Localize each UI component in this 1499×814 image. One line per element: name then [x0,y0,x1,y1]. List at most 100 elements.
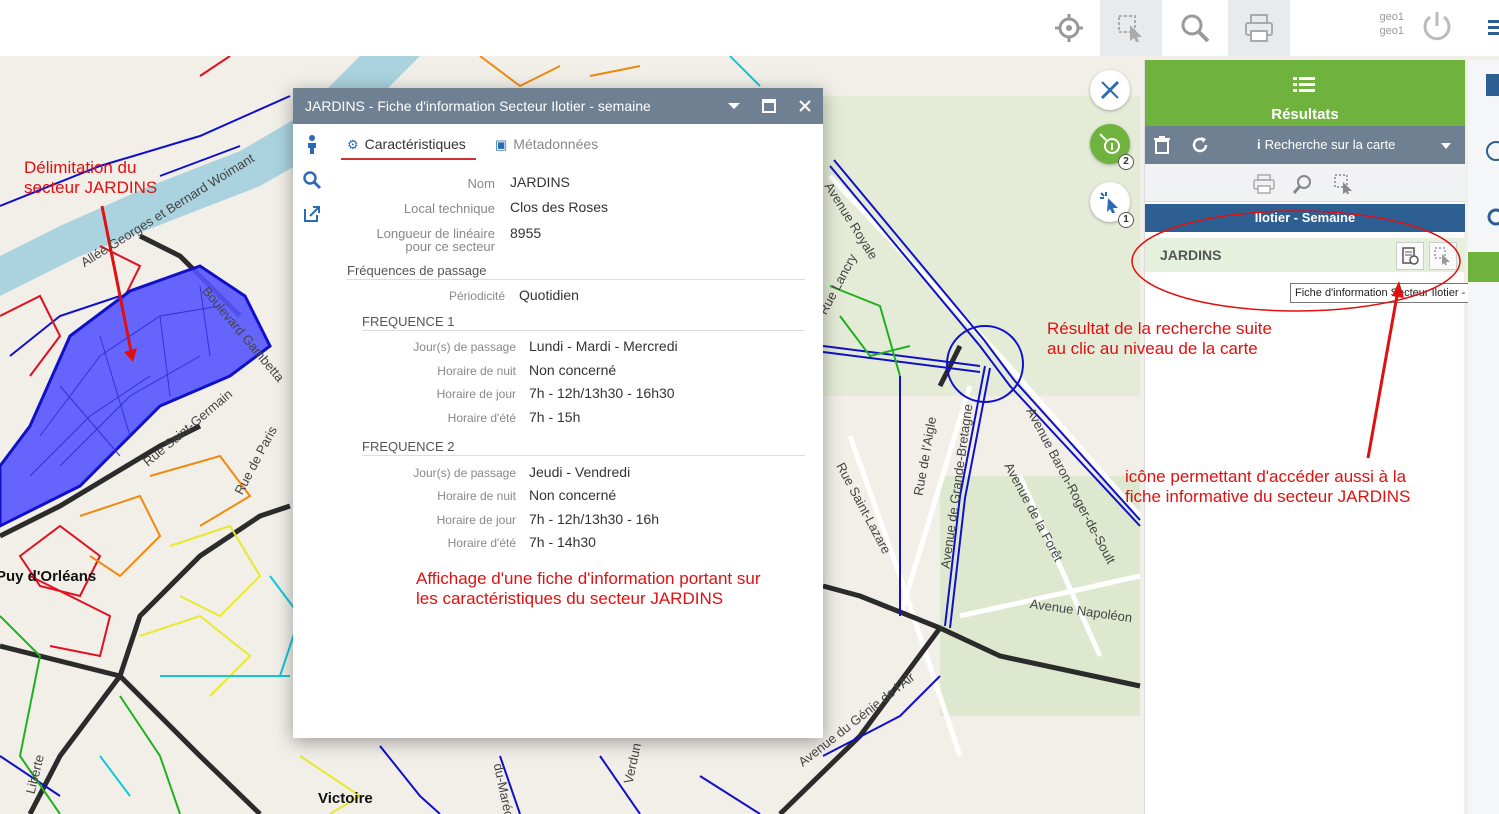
cursor-click-icon [1100,192,1118,213]
user-name: geo1 [1379,11,1404,23]
caret-down-icon[interactable] [1441,142,1451,150]
chevron-down-icon[interactable] [725,97,743,115]
info-click-icon [1099,133,1120,154]
section-frequence-2: FREQUENCE 2 [362,439,455,454]
user-group: geo1 [1379,25,1404,37]
dialog-header: JARDINS - Fiche d'information Secteur Il… [293,88,823,124]
zoom-to-feature-button[interactable] [1429,242,1457,270]
measure-tool-button[interactable] [1090,70,1130,110]
search-button[interactable] [1164,0,1226,56]
annotation-affichage-line1: Affichage d'une fiche d'information port… [416,569,761,588]
tab-caracteristiques-label: Caractéristiques [364,136,466,152]
edge-active-tab[interactable] [1468,252,1499,282]
f2-value-jours: Jeudi - Vendredi [529,464,631,480]
annotation-resultat-line2: au clic au niveau de la carte [1047,339,1258,358]
search-mode-select[interactable]: i Recherche sur la carte [1257,137,1395,152]
select-results-icon[interactable] [1333,173,1355,195]
f2-value-jour: 7h - 12h/13h30 - 16h [529,511,659,527]
result-item-name: JARDINS [1160,247,1222,263]
field-label-periodicite: Périodicité [448,289,505,303]
measure-icon [1100,80,1120,100]
list-icon [1293,77,1315,92]
print-button[interactable] [1228,0,1290,56]
search-mode-label: Recherche sur la carte [1264,137,1396,152]
info-sheet-button[interactable] [1396,242,1424,270]
f1-label-nuit: Horaire de nuit [437,364,516,378]
field-value-periodicite: Quotidien [519,287,579,303]
field-value-nom: JARDINS [510,174,570,190]
field-value-local: Clos des Roses [510,199,609,215]
results-actions [1145,164,1465,202]
info-dialog: JARDINS - Fiche d'information Secteur Il… [293,88,823,738]
results-toolbar: i Recherche sur la carte [1145,126,1465,164]
layer-title-bar[interactable]: Ilotier - Semaine [1145,204,1465,232]
f1-value-ete: 7h - 15h [529,409,581,425]
info-click-tool-button[interactable]: 2 [1090,124,1134,170]
info-icon: i [1257,137,1261,152]
annotation-delimitation-line1: Délimitation du [24,158,137,177]
results-title: Résultats [1271,106,1339,123]
print-results-icon[interactable] [1253,174,1275,194]
select-tool-icon [1118,15,1142,42]
section-frequences: Fréquences de passage [347,263,487,278]
annotation-delimitation: Délimitation du secteur JARDINS [24,158,157,198]
annotation-resultat-line1: Résultat de la recherche suite [1047,319,1272,338]
select-click-tool-button[interactable]: 1 [1090,182,1134,228]
f2-value-ete: 7h - 14h30 [529,534,596,550]
tab-metadonnees-label: Métadonnées [513,136,599,152]
f1-label-ete: Horaire d'été [447,411,516,425]
tab-caracteristiques[interactable]: ⚙ Caractéristiques [341,132,476,160]
external-link-icon[interactable] [302,204,322,224]
top-toolbar: geo1 geo1 [0,0,1499,56]
annotation-delimitation-line2: secteur JARDINS [24,178,158,197]
place-label-puy: Puy d'Orléans [0,568,97,585]
refresh-icon[interactable] [1191,136,1209,154]
f1-label-jour: Horaire de jour [436,387,516,401]
person-icon[interactable] [302,134,322,154]
globe-icon[interactable] [1484,140,1499,162]
field-label-longueur: Longueur de linéaire pour ce secteur [376,226,495,254]
dialog-title: JARDINS - Fiche d'information Secteur Il… [305,98,651,114]
f2-label-nuit: Horaire de nuit [437,489,516,503]
f2-value-nuit: Non concerné [529,487,617,503]
print-icon [1245,14,1273,42]
f1-value-jour: 7h - 12h/13h30 - 16h30 [529,385,675,401]
f1-value-jours: Lundi - Mardi - Mercredi [529,338,678,354]
f2-label-ete: Horaire d'été [447,536,516,550]
settings-button[interactable] [1038,0,1100,56]
select-tool-badge: 1 [1118,212,1134,228]
section-frequence-1: FREQUENCE 1 [362,314,455,329]
close-icon[interactable] [796,97,814,115]
f1-value-nuit: Non concerné [529,362,617,378]
annotation-resultat: Résultat de la recherche suite au clic a… [1047,319,1272,359]
hamburger-menu-icon[interactable] [1488,18,1499,36]
power-icon[interactable] [1419,8,1455,44]
result-item-jardins[interactable]: JARDINS [1145,238,1465,272]
divider [347,279,805,280]
f2-label-jour: Horaire de jour [436,513,516,527]
zoom-search-icon[interactable] [302,170,322,190]
trash-icon[interactable] [1153,136,1171,154]
f2-label-jours: Jour(s) de passage [413,466,516,480]
settings-icon [1055,14,1083,42]
annotation-affichage: Affichage d'une fiche d'information port… [416,569,761,609]
field-value-longueur: 8955 [510,225,542,241]
zoom-to-results-icon[interactable] [1292,173,1314,195]
divider [362,330,805,331]
field-label-nom: Nom [467,176,495,191]
right-edge-toolbar [1468,60,1499,814]
maximize-icon[interactable] [760,97,778,115]
select-tool-button[interactable] [1100,0,1162,56]
dialog-side-toolbar [293,124,331,738]
gear-small-icon[interactable] [1484,206,1499,228]
select-feature-icon [1434,247,1450,265]
edge-logo [1486,74,1499,96]
tab-metadonnees[interactable]: ▣ Métadonnées [495,132,598,160]
results-panel: Résultats i Recherche sur la carte Ilotie… [1144,60,1465,814]
annotation-icone-line2: fiche informative du secteur JARDINS [1125,487,1411,506]
info-tool-badge: 2 [1118,154,1134,170]
document-icon: ▣ [495,137,508,152]
field-label-local: Local technique [403,201,495,216]
annotation-affichage-line2: les caractéristiques du secteur JARDINS [416,589,724,608]
search-icon [1181,14,1210,43]
